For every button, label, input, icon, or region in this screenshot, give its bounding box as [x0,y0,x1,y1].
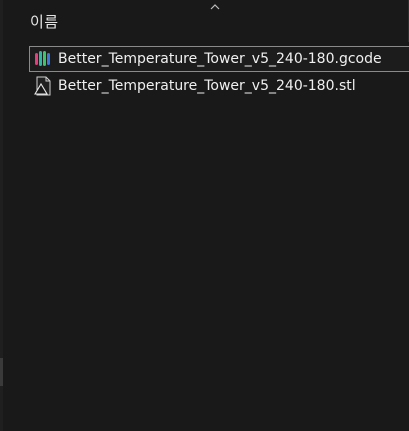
left-scrollbar[interactable] [0,0,3,431]
scrollbar-thumb[interactable] [0,358,3,386]
file-explorer-pane: 이름 Better_Temperature_Tower_v5_240-180.g… [0,0,409,431]
column-header-bar: 이름 [3,0,409,42]
name-column-header[interactable]: 이름 [30,11,59,32]
stl-file-icon [33,76,53,96]
file-name-label: Better_Temperature_Tower_v5_240-180.stl [58,78,356,94]
file-list: Better_Temperature_Tower_v5_240-180.gcod… [29,46,409,99]
file-row-stl[interactable]: Better_Temperature_Tower_v5_240-180.stl [29,73,409,99]
file-name-label: Better_Temperature_Tower_v5_240-180.gcod… [58,51,382,67]
gcode-file-icon [33,49,53,69]
file-row-gcode[interactable]: Better_Temperature_Tower_v5_240-180.gcod… [29,46,409,72]
chevron-up-icon [210,4,220,10]
